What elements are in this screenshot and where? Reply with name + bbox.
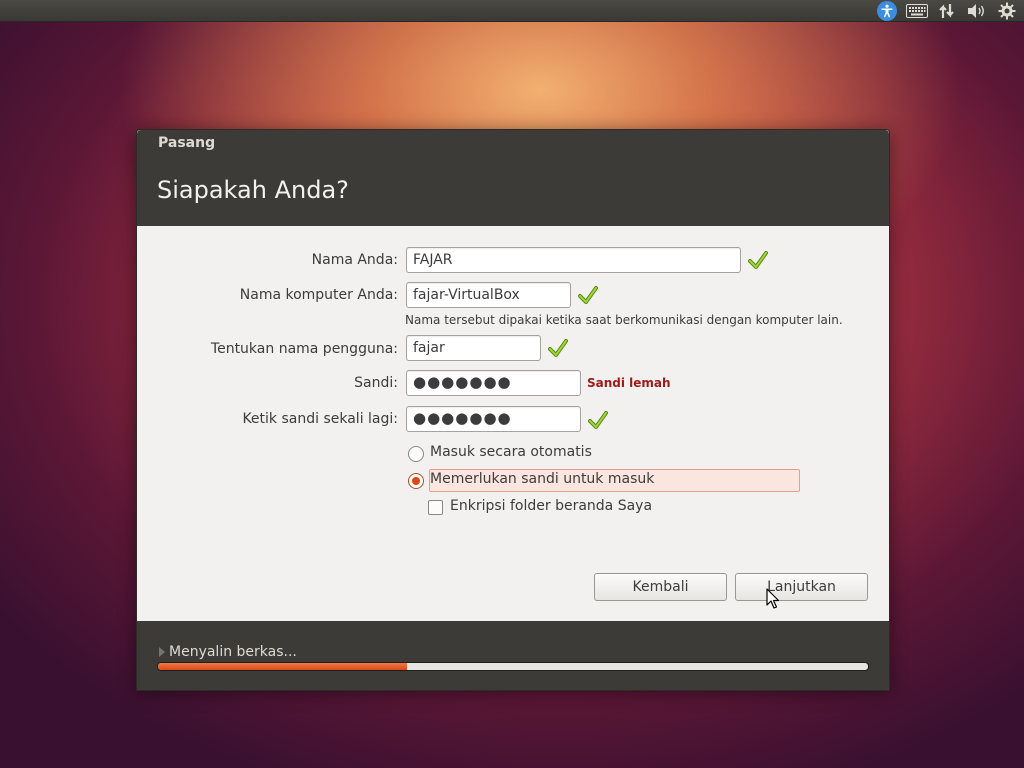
installer-window: Pasang Siapakah Anda? Nama Anda: FAJAR N… <box>136 129 890 691</box>
accessibility-icon[interactable] <box>874 0 900 22</box>
top-panel <box>0 0 1024 22</box>
name-valid-check-icon <box>748 251 768 269</box>
username-label: Tentukan nama pengguna: <box>210 341 398 357</box>
computer-name-field[interactable]: fajar-VirtualBox <box>406 282 571 308</box>
password-field[interactable]: ●●●●●●● <box>406 370 581 396</box>
computer-name-label: Nama komputer Anda: <box>239 287 398 303</box>
password-strength-indicator: Sandi lemah <box>587 376 671 390</box>
back-button[interactable]: Kembali <box>594 573 727 601</box>
continue-button[interactable]: Lanjutkan <box>735 573 868 601</box>
progress-bar-fill <box>158 663 407 670</box>
password-label: Sandi: <box>354 375 398 391</box>
settings-gear-icon[interactable] <box>994 0 1020 22</box>
require-password-radio[interactable] <box>408 473 424 489</box>
window-title: Pasang <box>158 135 216 151</box>
auto-login-radio[interactable] <box>408 446 424 462</box>
encrypt-home-label[interactable]: Enkripsi folder beranda Saya <box>450 498 652 514</box>
window-header: Pasang Siapakah Anda? <box>137 130 889 226</box>
progress-status-text: Menyalin berkas... <box>169 644 297 660</box>
page-title: Siapakah Anda? <box>157 176 349 204</box>
computer-name-hint: Nama tersebut dipakai ketika saat berkom… <box>405 313 843 327</box>
confirm-password-field[interactable]: ●●●●●●● <box>406 406 581 432</box>
keyboard-icon[interactable] <box>904 0 930 22</box>
progress-status: Menyalin berkas... <box>159 644 297 660</box>
encrypt-home-checkbox[interactable] <box>428 500 443 515</box>
volume-icon[interactable] <box>964 0 990 22</box>
progress-footer: Menyalin berkas... <box>137 621 889 690</box>
confirm-password-valid-check-icon <box>588 411 608 429</box>
username-field[interactable]: fajar <box>406 335 541 361</box>
system-tray <box>874 0 1020 22</box>
confirm-password-label: Ketik sandi sekali lagi: <box>242 411 398 427</box>
auto-login-label[interactable]: Masuk secara otomatis <box>430 444 592 460</box>
computer-name-valid-check-icon <box>578 286 598 304</box>
name-label: Nama Anda: <box>311 252 398 268</box>
network-icon[interactable] <box>934 0 960 22</box>
mouse-pointer-icon <box>766 588 780 609</box>
name-field[interactable]: FAJAR <box>406 247 741 273</box>
expand-arrow-icon[interactable] <box>159 647 165 657</box>
username-valid-check-icon <box>548 339 568 357</box>
progress-bar <box>157 662 869 671</box>
require-password-label[interactable]: Memerlukan sandi untuk masuk <box>430 471 654 487</box>
